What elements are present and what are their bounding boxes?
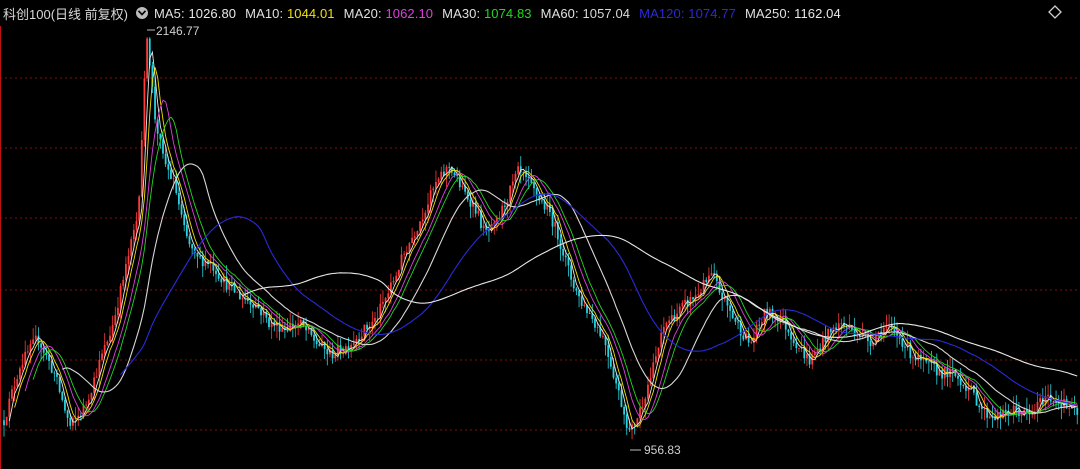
candlestick-chart[interactable] — [0, 0, 1080, 469]
kline-chart-window[interactable]: 科创100(日线 前复权) MA5: 1026.80 MA10: 1044.01… — [0, 0, 1080, 469]
ma250-reading: MA250: 1162.04 — [744, 5, 841, 21]
candlestick-series — [3, 36, 1079, 440]
ma60-line — [62, 163, 1078, 414]
ma5-line — [8, 50, 1078, 430]
indicator-legend: 科创100(日线 前复权) MA5: 1026.80 MA10: 1044.01… — [0, 0, 1080, 26]
chart-grid — [0, 26, 1080, 469]
low-price-label: 956.83 — [644, 443, 681, 457]
ma5-reading: MA5: 1026.80 — [153, 5, 237, 21]
ma60-reading: MA60: 1057.04 — [540, 5, 631, 21]
ma10-reading: MA10: 1044.01 — [245, 5, 335, 21]
high-price-label: 2146.77 — [156, 24, 200, 38]
ma120-line — [120, 193, 1078, 407]
diamond-settings-icon[interactable] — [1048, 5, 1062, 19]
chevron-down-icon[interactable] — [135, 7, 148, 19]
extreme-markers — [147, 29, 641, 451]
ma30-reading: MA30: 1074.83 — [442, 5, 532, 21]
ma20-reading: MA20: 1062.10 — [343, 5, 434, 21]
ma120-reading: MA120: 1074.77 — [639, 5, 736, 21]
moving-average-lines — [8, 50, 1078, 430]
chart-title: 科创100(日线 前复权) — [3, 6, 128, 22]
ma30-line — [32, 116, 1078, 416]
